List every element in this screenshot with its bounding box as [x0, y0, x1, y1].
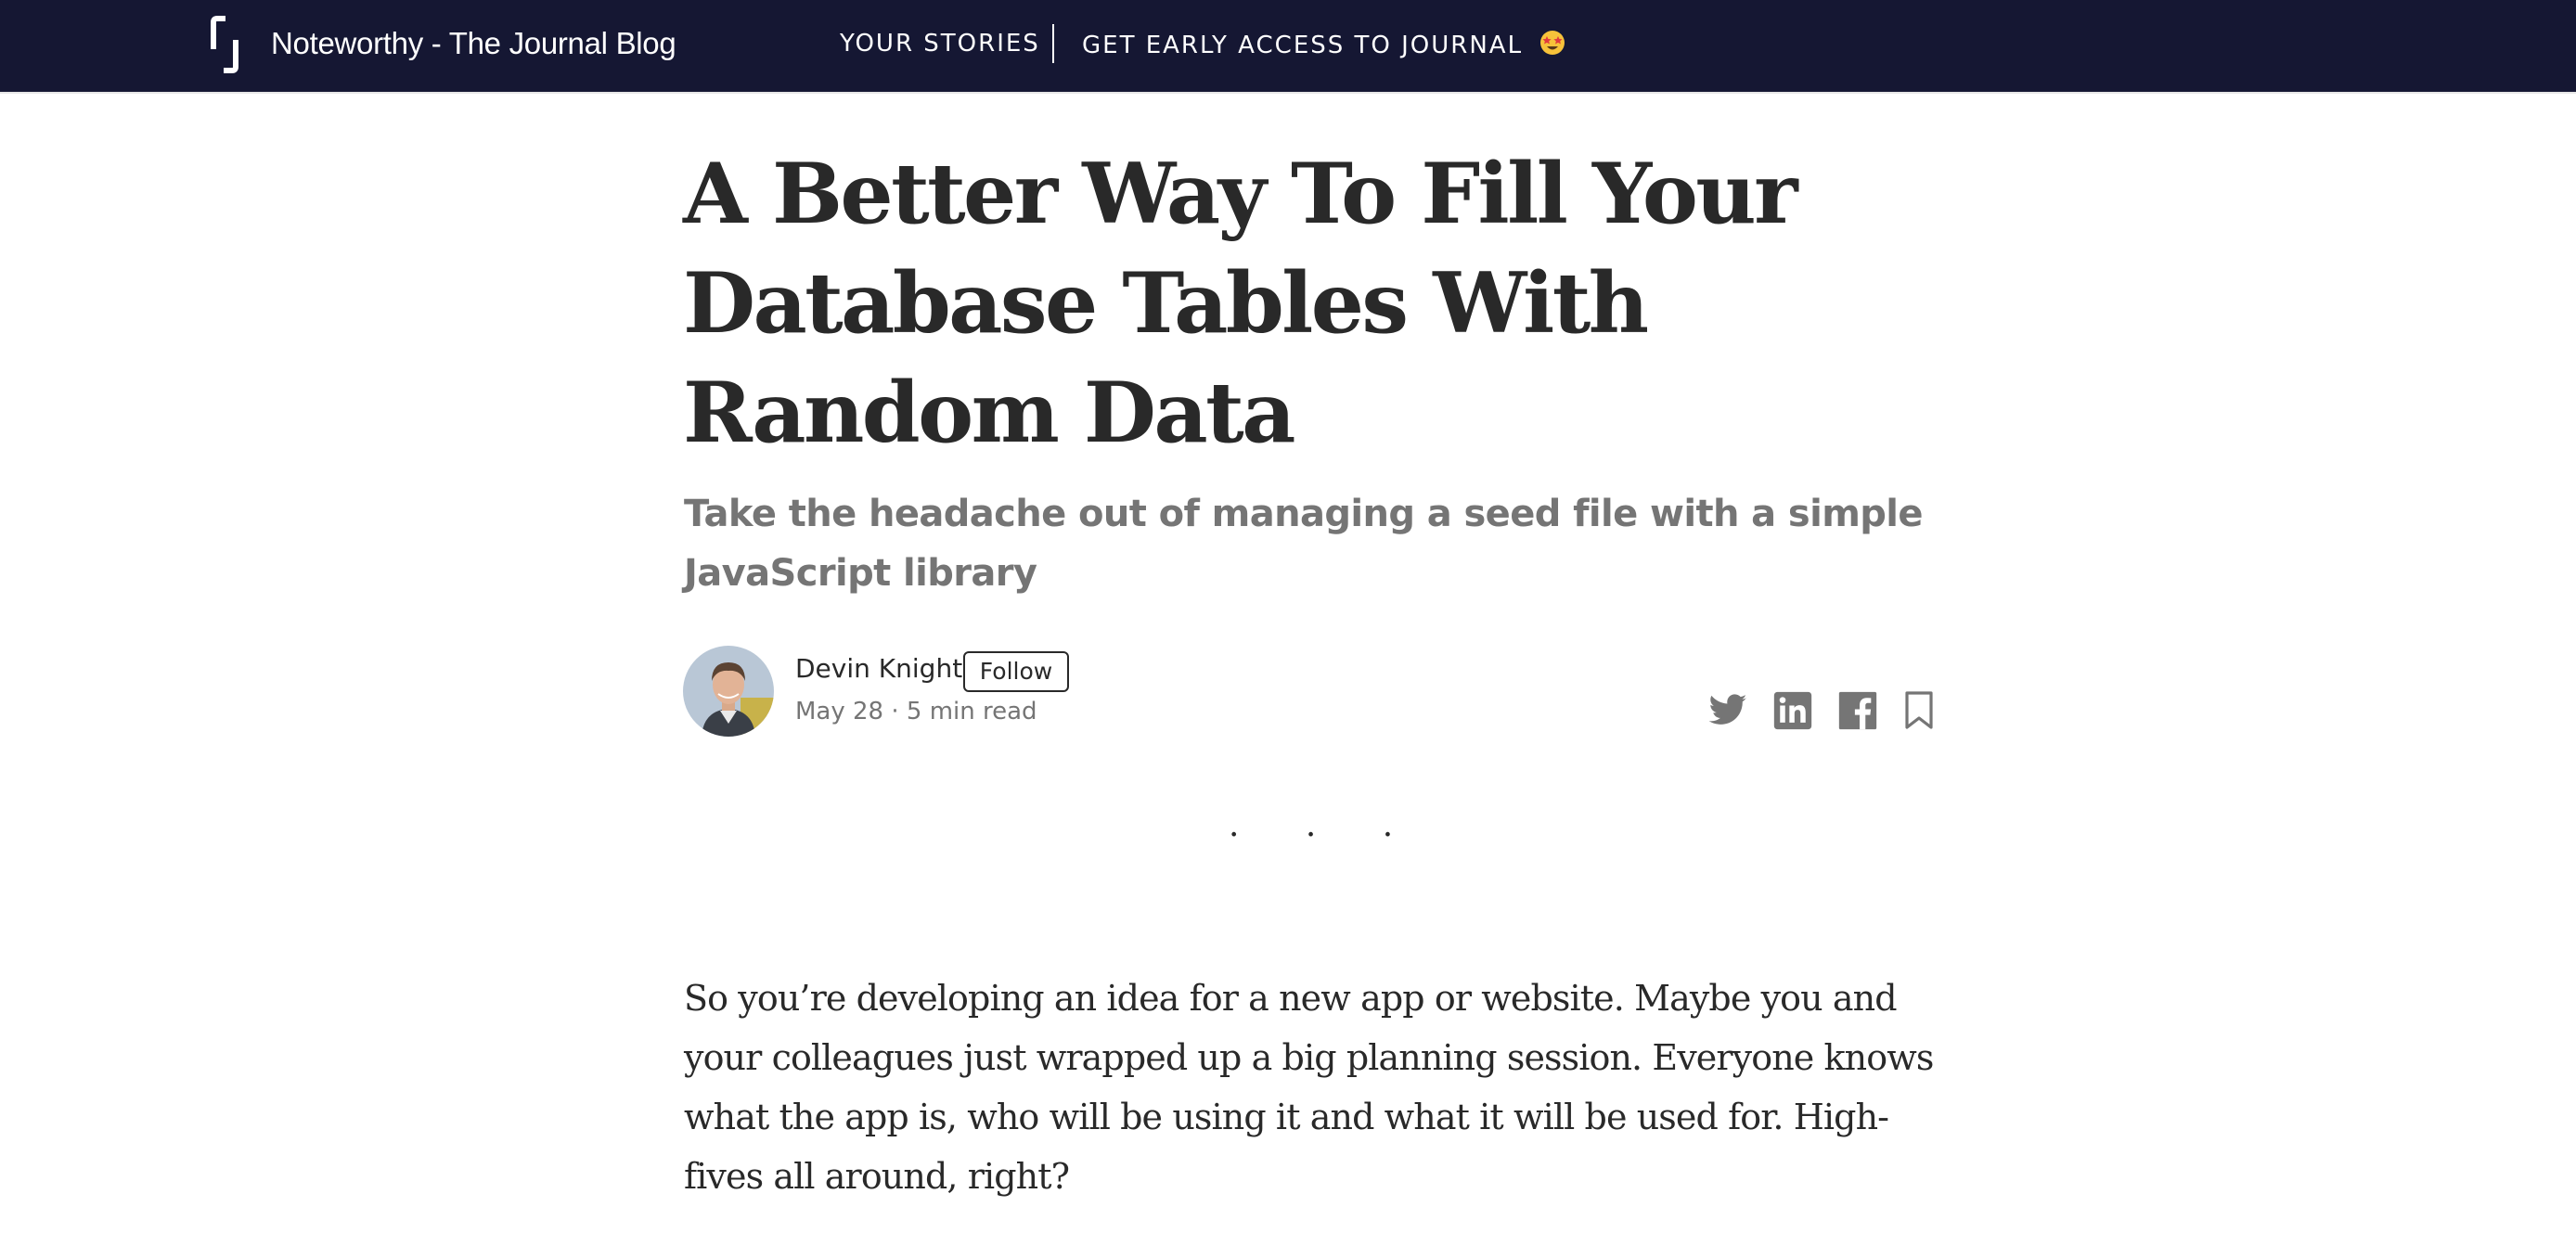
- follow-button[interactable]: Follow: [963, 651, 1069, 692]
- author-avatar[interactable]: [683, 646, 774, 737]
- nav-your-stories-link[interactable]: YOUR STORIES: [840, 30, 1040, 58]
- section-separator: · · ·: [1229, 816, 1422, 854]
- author-name[interactable]: Devin Knight: [795, 653, 962, 684]
- nav-early-access-label: GET EARLY ACCESS TO JOURNAL: [1082, 32, 1524, 59]
- post-date-read-time: May 28 · 5 min read: [795, 698, 1037, 725]
- blog-name[interactable]: Noteworthy - The Journal Blog: [271, 26, 676, 61]
- author-photo: [683, 646, 774, 737]
- linkedin-icon[interactable]: [1772, 690, 1813, 731]
- journal-logo-icon[interactable]: [210, 15, 249, 74]
- article-title: A Better Way To Fill Your Database Table…: [683, 145, 1798, 462]
- article-paragraph: So you’re developing an idea for a new a…: [684, 978, 1934, 1197]
- facebook-icon[interactable]: [1837, 690, 1878, 731]
- nav-early-access-link[interactable]: GET EARLY ACCESS TO JOURNAL: [1082, 30, 1565, 59]
- star-struck-emoji-icon: [1540, 31, 1565, 55]
- nav-divider: [1052, 24, 1054, 63]
- bookmark-icon[interactable]: [1904, 690, 1934, 731]
- top-navigation-bar: Noteworthy - The Journal Blog YOUR STORI…: [0, 0, 2576, 94]
- twitter-icon[interactable]: [1707, 690, 1748, 731]
- article-subtitle: Take the headache out of managing a seed…: [684, 493, 1924, 595]
